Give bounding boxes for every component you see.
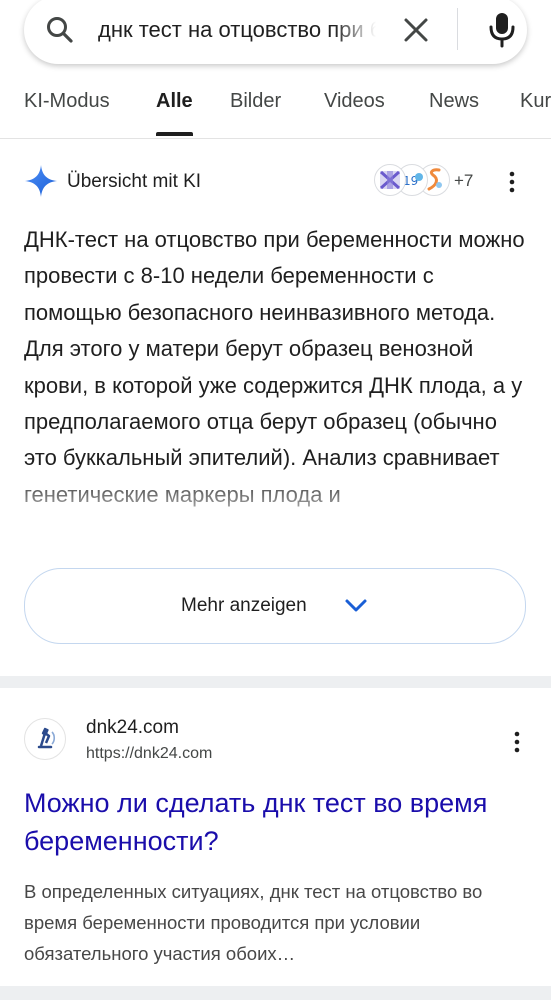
search-tabs: KI-Modus Alle Bilder Videos News Kurz — [0, 72, 551, 139]
microscope-icon — [37, 727, 56, 749]
tab-label: News — [429, 90, 480, 112]
ai-overview-title: Übersicht mit KI — [67, 171, 202, 192]
tab-label: Videos — [324, 90, 385, 112]
search-results-page: днк тест на отцовство при беременности K… — [0, 0, 551, 1000]
ai-sources-more-count[interactable]: +7 — [454, 170, 473, 192]
site-favicon[interactable] — [24, 718, 66, 760]
tab-news[interactable]: News — [429, 88, 479, 124]
section-divider — [0, 676, 551, 688]
site-name[interactable]: dnk24.com — [86, 716, 179, 740]
tab-label: Bilder — [230, 90, 282, 112]
ai-overview-text: ДНК-тест на отцовство при беременности м… — [24, 227, 525, 507]
source-favicon-1 — [374, 164, 406, 196]
show-more-label: Mehr anzeigen — [181, 595, 307, 616]
active-tab-indicator — [156, 132, 193, 136]
tab-videos[interactable]: Videos — [324, 88, 385, 124]
tab-label: Kurz — [520, 90, 551, 112]
close-icon[interactable] — [398, 12, 434, 48]
ai-source-icons[interactable]: 19 — [374, 164, 454, 196]
mic-icon[interactable] — [482, 8, 522, 50]
search-result: dnk24.com https://dnk24.com Можно ли сде… — [0, 688, 551, 988]
show-more-button[interactable]: Mehr anzeigen — [24, 568, 526, 644]
search-input[interactable]: днк тест на отцовство при беременности — [98, 14, 376, 46]
tab-kurz[interactable]: Kurz — [520, 88, 551, 124]
tab-label: KI-Modus — [24, 90, 110, 112]
tab-ki-modus[interactable]: KI-Modus — [24, 88, 110, 124]
result-title-link[interactable]: Можно ли сделать днк тест во время берем… — [24, 784, 524, 860]
result-snippet: В определенных ситуациях, днк тест на от… — [24, 881, 483, 964]
search-icon[interactable] — [44, 14, 76, 46]
search-header: днк тест на отцовство при беременности — [0, 0, 551, 72]
search-bar-divider — [457, 8, 458, 50]
site-url[interactable]: https://dnk24.com — [86, 744, 212, 764]
chevron-down-icon — [345, 599, 367, 612]
more-vert-icon[interactable] — [500, 170, 524, 194]
more-vert-icon[interactable] — [505, 730, 529, 754]
section-divider-bottom — [0, 986, 551, 1000]
tab-bilder[interactable]: Bilder — [230, 88, 281, 124]
tab-alle[interactable]: Alle — [156, 88, 193, 136]
ai-overview-header: Übersicht mit KI 19 +7 — [0, 150, 551, 210]
ai-sparkle-icon — [25, 165, 57, 197]
tab-label: Alle — [156, 90, 193, 112]
search-bar[interactable]: днк тест на отцовство при беременности — [24, 0, 527, 64]
